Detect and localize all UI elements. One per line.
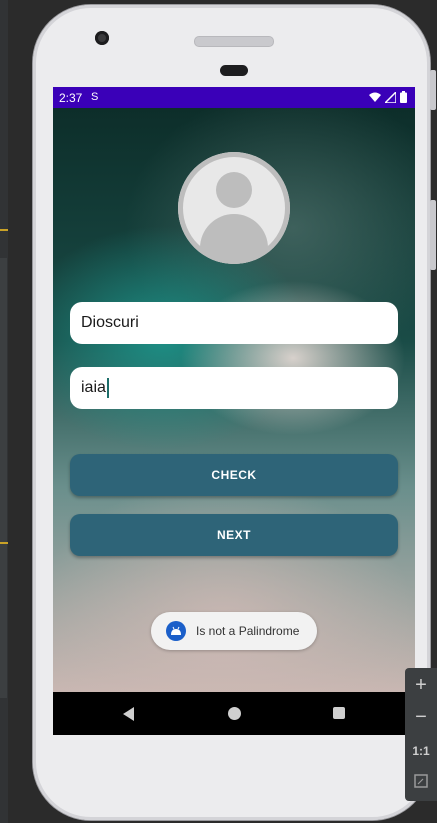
android-icon	[166, 621, 186, 641]
power-button[interactable]	[430, 70, 436, 110]
ide-marker	[0, 229, 8, 231]
avatar-body	[200, 214, 268, 264]
text-cursor	[106, 378, 109, 398]
ide-left-panel	[0, 0, 8, 823]
avatar-icon	[178, 152, 290, 264]
zoom-out-button[interactable]: −	[405, 706, 437, 729]
back-icon[interactable]	[123, 707, 134, 721]
zoom-fit-button[interactable]	[405, 774, 437, 793]
status-bar: 2:37 S	[53, 87, 415, 108]
ide-side-panel	[0, 258, 7, 698]
status-time: 2:37	[59, 91, 83, 105]
zoom-1-1-button[interactable]: 1:1	[405, 744, 437, 758]
volume-button[interactable]	[430, 200, 436, 270]
ide-marker	[0, 542, 8, 544]
avatar-head	[216, 172, 252, 208]
palindrome-input-value: iaia	[81, 379, 106, 396]
zoom-in-button[interactable]: +	[405, 674, 437, 697]
signal-icon	[385, 91, 396, 103]
wifi-icon	[369, 92, 381, 102]
sim-icon: S	[91, 91, 99, 103]
recents-icon[interactable]	[333, 707, 345, 719]
fit-screen-icon	[414, 774, 428, 788]
status-icons	[369, 91, 407, 103]
check-button[interactable]: CHECK	[70, 454, 398, 496]
device-screen: 2:37 S Dioscuri iaia CHECK NEXT Is not a…	[53, 87, 415, 735]
toast-message: Is not a Palindrome	[151, 612, 317, 650]
battery-icon	[400, 91, 407, 103]
toast-text: Is not a Palindrome	[196, 624, 300, 638]
name-input-value: Dioscuri	[81, 314, 139, 331]
camera-icon	[95, 31, 109, 45]
home-icon[interactable]	[228, 707, 241, 720]
app-content: Dioscuri iaia CHECK NEXT Is not a Palind…	[53, 108, 415, 692]
next-button[interactable]: NEXT	[70, 514, 398, 556]
palindrome-input[interactable]: iaia	[70, 367, 398, 409]
name-input[interactable]: Dioscuri	[70, 302, 398, 344]
navigation-bar	[53, 692, 415, 735]
emulator-zoom-toolbar: + − 1:1	[405, 668, 437, 801]
speaker-grille	[194, 36, 274, 47]
proximity-sensor	[220, 65, 248, 76]
